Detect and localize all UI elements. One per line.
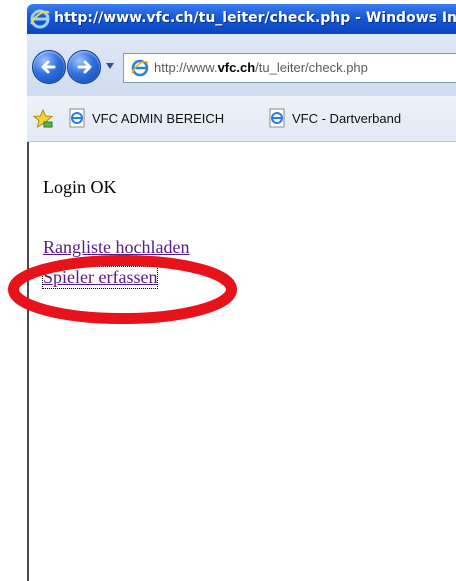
- favorite-item-vfc-dartverband[interactable]: VFC - Dartverband: [267, 108, 456, 130]
- login-status: Login OK: [43, 177, 117, 197]
- forward-arrow-icon: [77, 60, 92, 74]
- ie-page-icon: [69, 108, 85, 128]
- favorite-label: VFC ADMIN BEREICH: [92, 111, 225, 126]
- address-url[interactable]: http://www.vfc.ch/tu_leiter/check.php: [154, 60, 368, 75]
- favorites-bar: VFC ADMIN BEREICH VFC - Dartverband: [27, 96, 456, 142]
- navigation-bar: http://www.vfc.ch/tu_leiter/check.php: [27, 34, 456, 96]
- address-bar[interactable]: http://www.vfc.ch/tu_leiter/check.php: [123, 53, 456, 83]
- back-arrow-icon: [41, 60, 56, 74]
- ie-page-icon: [131, 59, 149, 77]
- link-spieler-erfassen[interactable]: Spieler erfassen: [41, 266, 159, 289]
- favorite-label: VFC - Dartverband: [292, 111, 402, 126]
- chevron-down-icon[interactable]: [105, 62, 115, 70]
- url-domain: vfc.ch: [217, 60, 256, 75]
- window-title-bar[interactable]: http://www.vfc.ch/tu_leiter/check.php - …: [27, 4, 456, 34]
- window-title: http://www.vfc.ch/tu_leiter/check.php - …: [54, 10, 456, 26]
- url-prefix: http://www.: [154, 60, 218, 75]
- url-path: /tu_leiter/check.php: [255, 60, 368, 75]
- ie-page-icon: [269, 108, 285, 128]
- page-content: Login OK Rangliste hochladen Spieler erf…: [27, 142, 456, 581]
- ie-icon: [30, 9, 50, 29]
- link-rangliste-hochladen[interactable]: Rangliste hochladen: [43, 237, 189, 258]
- favorite-item-vfc-admin[interactable]: VFC ADMIN BEREICH: [67, 108, 257, 130]
- favorites-star-icon[interactable]: [32, 108, 54, 130]
- forward-button[interactable]: [67, 50, 101, 84]
- back-button[interactable]: [32, 50, 66, 84]
